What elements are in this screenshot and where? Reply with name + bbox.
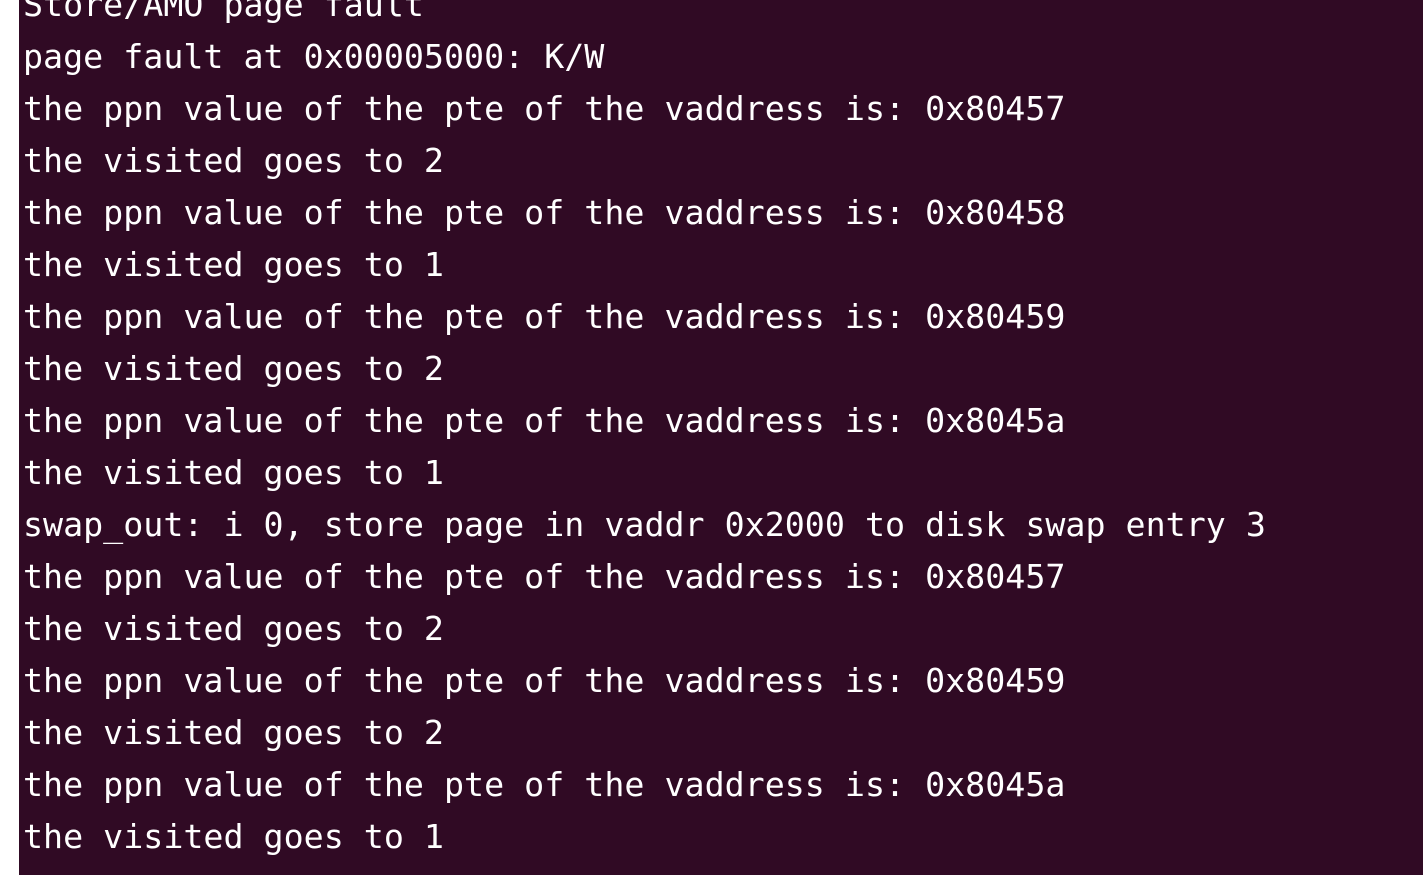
terminal-line: the visited goes to 1 xyxy=(23,817,444,856)
terminal-line: the ppn value of the pte of the vaddress… xyxy=(23,297,1066,336)
terminal-line: the visited goes to 1 xyxy=(23,245,444,284)
terminal-line: the visited goes to 2 xyxy=(23,349,444,388)
terminal-line: the visited goes to 2 xyxy=(23,141,444,180)
window-left-edge xyxy=(0,0,19,875)
terminal-line: Store/AMO page fault xyxy=(23,0,424,24)
terminal-line: the ppn value of the pte of the vaddress… xyxy=(23,401,1066,440)
terminal-line: the ppn value of the pte of the vaddress… xyxy=(23,661,1066,700)
terminal-line: the visited goes to 2 xyxy=(23,713,444,752)
terminal-line: the ppn value of the pte of the vaddress… xyxy=(23,765,1066,804)
terminal-line: the visited goes to 2 xyxy=(23,609,444,648)
terminal-line: the ppn value of the pte of the vaddress… xyxy=(23,89,1066,128)
terminal-line: the ppn value of the pte of the vaddress… xyxy=(23,193,1066,232)
terminal-line: the ppn value of the pte of the vaddress… xyxy=(23,557,1066,596)
terminal-window: Store/AMO page fault page fault at 0x000… xyxy=(0,0,1423,875)
terminal-line: Store/AMO page fault xyxy=(23,863,1266,875)
terminal-line: swap_out: i 0, store page in vaddr 0x200… xyxy=(23,505,1266,544)
terminal-line: page fault at 0x00005000: K/W xyxy=(23,37,605,76)
terminal-line: the visited goes to 1 xyxy=(23,453,444,492)
terminal-output[interactable]: Store/AMO page fault page fault at 0x000… xyxy=(19,0,1423,875)
terminal-lines: Store/AMO page fault page fault at 0x000… xyxy=(23,0,1266,875)
